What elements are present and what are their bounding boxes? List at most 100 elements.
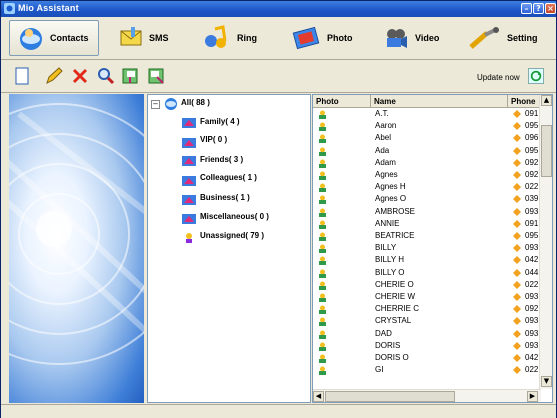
table-row[interactable]: BEATRICE 095 [313, 231, 541, 242]
contact-phone: 044 [525, 267, 539, 277]
contact-photo-icon [319, 183, 326, 193]
tree-expand-toggle[interactable]: − [151, 100, 160, 109]
contact-phone: 022 [525, 365, 539, 375]
horizontal-scroll-thumb[interactable] [325, 391, 455, 402]
tree-item-vip[interactable]: VIP( 0 ) [200, 135, 227, 144]
video-icon [387, 29, 407, 48]
vertical-scrollbar[interactable]: ▲ ▼ [539, 95, 552, 389]
tab-sms[interactable]: SMS [119, 20, 189, 56]
contact-phone: 022 [525, 182, 539, 192]
contact-phone: 091 [525, 218, 539, 228]
tree-item-business[interactable]: Business( 1 ) [200, 193, 250, 202]
contact-name: Agnes H [375, 182, 406, 192]
contact-phone: 039 [525, 194, 539, 204]
contact-phone: 093 [525, 316, 539, 326]
contact-name: Agnes [375, 170, 398, 179]
update-now-icon[interactable] [528, 68, 544, 84]
tab-video[interactable]: Video [383, 20, 463, 56]
group-icon [182, 195, 196, 205]
minimize-button[interactable]: – [521, 3, 532, 14]
delete-contact-icon[interactable] [71, 67, 89, 85]
tree-item-unassigned[interactable]: Unassigned( 79 ) [200, 231, 264, 240]
phone-type-icon [513, 146, 521, 155]
tree-item-friends[interactable]: Friends( 3 ) [200, 155, 243, 164]
phone-type-icon [513, 366, 521, 375]
edit-contact-icon[interactable] [45, 67, 63, 85]
contact-photo-icon [319, 122, 326, 132]
banner-art [9, 103, 144, 365]
phone-type-icon [513, 341, 521, 350]
group-icon [182, 156, 196, 166]
table-row[interactable]: A.T. 091 [313, 109, 541, 120]
help-button[interactable]: ? [533, 3, 544, 14]
table-row[interactable]: AMBROSE 093 [313, 207, 541, 218]
update-now-label[interactable]: Update now [477, 73, 520, 82]
table-row[interactable]: DORIS O 042 [313, 353, 541, 364]
tab-ring[interactable]: Ring [203, 20, 283, 56]
tab-video-label: Video [415, 33, 440, 43]
contact-name: Agnes O [375, 194, 407, 204]
scroll-left-arrow[interactable]: ◀ [313, 391, 324, 402]
scroll-right-arrow[interactable]: ▶ [527, 391, 538, 402]
table-row[interactable]: DAD 093 [313, 329, 541, 340]
table-row[interactable]: Agnes 092 [313, 170, 541, 181]
table-row[interactable]: ANNIE 091 [313, 219, 541, 230]
table-row[interactable]: BILLY H 042 [313, 255, 541, 266]
search-contacts-icon[interactable] [97, 67, 115, 85]
table-row[interactable]: DORIS 093 [313, 341, 541, 352]
table-row[interactable]: Ada 095 [313, 146, 541, 157]
phone-type-icon [513, 122, 521, 131]
new-contact-icon[interactable] [13, 67, 31, 85]
table-row[interactable]: Agnes O 039 [313, 194, 541, 205]
table-row[interactable]: Abel 096 [313, 133, 541, 144]
scroll-up-arrow[interactable]: ▲ [541, 95, 552, 106]
tree-item-colleagues[interactable]: Colleagues( 1 ) [200, 173, 257, 182]
contact-photo-icon [319, 281, 326, 290]
tree-item-all[interactable]: All( 88 ) [181, 98, 210, 107]
close-button[interactable]: × [545, 3, 556, 14]
tree-item-miscellaneous[interactable]: Miscellaneous( 0 ) [200, 212, 269, 221]
table-row[interactable]: CHERIE O 022 [313, 280, 541, 291]
table-row[interactable]: BILLY O 044 [313, 268, 541, 279]
phone-type-icon [513, 280, 521, 289]
table-row[interactable]: BILLY 093 [313, 243, 541, 254]
contact-phone: 091 [525, 109, 539, 118]
table-row[interactable]: CHERRIE C 092 [313, 304, 541, 315]
contact-name: CHERIE W [375, 292, 415, 301]
contact-photo-icon [319, 147, 326, 156]
contact-phone: 093 [525, 328, 539, 338]
table-row[interactable]: GI 022 [313, 365, 541, 376]
group-icon [182, 176, 196, 186]
table-row[interactable]: CHERIE W 093 [313, 292, 541, 303]
tab-contacts-label: Contacts [50, 33, 89, 43]
tab-photo[interactable]: Photo [291, 20, 371, 56]
contact-phone: 093 [525, 243, 539, 253]
contact-photo-icon [319, 293, 326, 302]
tree-item-family[interactable]: Family( 4 ) [200, 117, 240, 126]
contact-photo-icon [319, 244, 326, 254]
contact-photo-icon [319, 171, 326, 180]
contact-name: BILLY H [375, 255, 405, 265]
column-header-photo[interactable]: Photo [313, 95, 371, 108]
table-row[interactable]: CRYSTAL 093 [313, 316, 541, 327]
tab-setting[interactable]: Setting [469, 20, 555, 56]
horizontal-scrollbar[interactable]: ◀ ▶ [313, 389, 541, 402]
import-contacts-icon[interactable] [121, 67, 139, 85]
table-row[interactable]: Agnes H 022 [313, 182, 541, 193]
contact-photo-icon [319, 256, 326, 266]
window-title: Mio Assistant [18, 3, 79, 13]
contact-name: GI [375, 365, 384, 375]
column-header-phone[interactable]: Phone [508, 95, 541, 108]
title-bar[interactable]: Mio Assistant – ? × [1, 1, 556, 17]
vertical-scroll-thumb[interactable] [541, 125, 552, 177]
tab-contacts[interactable]: Contacts [9, 20, 99, 56]
table-row[interactable]: Adam 092 [313, 158, 541, 169]
export-contacts-icon[interactable] [147, 67, 165, 85]
column-header-name[interactable]: Name [371, 95, 508, 108]
phone-type-icon [513, 183, 521, 192]
contact-photo-icon [319, 354, 326, 363]
contact-phone: 095 [525, 231, 539, 240]
scroll-down-arrow[interactable]: ▼ [541, 376, 552, 387]
table-row[interactable]: Aaron 095 [313, 121, 541, 132]
contact-photo-icon [319, 317, 326, 327]
